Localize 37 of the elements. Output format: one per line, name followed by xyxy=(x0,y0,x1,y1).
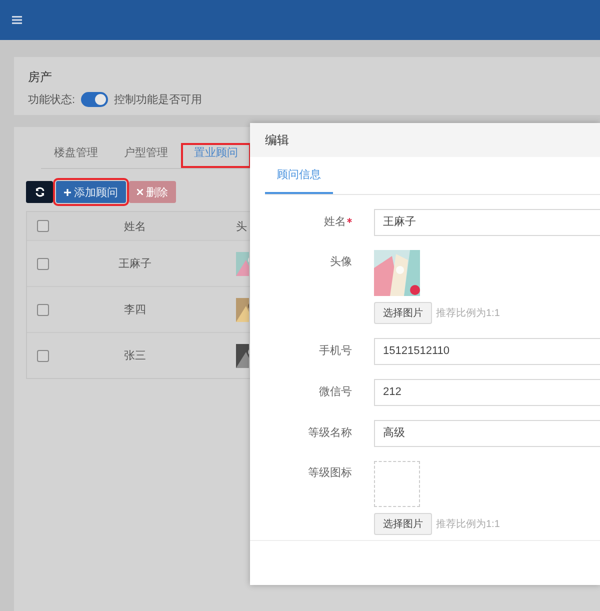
input-field[interactable]: 高级 xyxy=(374,420,600,447)
plus-icon xyxy=(64,188,71,196)
table-cell-text: 王麻子 xyxy=(118,256,152,271)
checkbox[interactable] xyxy=(37,220,49,232)
checkbox[interactable] xyxy=(37,350,49,362)
close-icon xyxy=(137,189,143,195)
hint-text: 推荐比例为1:1 xyxy=(436,306,500,320)
image-placeholder[interactable] xyxy=(374,461,420,507)
column-header: 姓名 xyxy=(123,220,147,234)
field-label: 等级图标 xyxy=(308,466,352,481)
refresh-button[interactable] xyxy=(26,181,53,203)
field-label: 微信号 xyxy=(319,385,352,400)
field-label: 头像 xyxy=(330,255,352,270)
status-switch[interactable] xyxy=(81,92,108,107)
status-hint: 控制功能是否可用 xyxy=(114,93,202,107)
choose-image-button[interactable]: 选择图片 xyxy=(374,302,432,324)
choose-image-button[interactable]: 选择图片 xyxy=(374,513,432,535)
field-label: 等级名称 xyxy=(308,426,352,441)
tab[interactable]: 楼盘管理 xyxy=(41,143,111,167)
menu-icon[interactable] xyxy=(12,16,22,24)
table-cell-text: 李四 xyxy=(123,303,147,317)
input-field[interactable]: 王麻子 xyxy=(374,209,600,236)
status-label: 功能状态: xyxy=(28,92,76,107)
checkbox[interactable] xyxy=(37,258,49,270)
input-field[interactable]: 212 xyxy=(374,379,600,406)
column-header: 头 xyxy=(235,220,248,234)
checkbox[interactable] xyxy=(37,304,49,316)
input-field[interactable]: 15121512110 xyxy=(374,338,600,365)
tab[interactable]: 户型管理 xyxy=(111,143,181,167)
dialog-title: 编辑 xyxy=(265,132,289,148)
table-cell-text: 张三 xyxy=(123,349,147,363)
hint-text: 推荐比例为1:1 xyxy=(436,518,500,531)
module-title: 房产 xyxy=(28,69,53,86)
refresh-icon xyxy=(34,187,44,197)
field-label: 姓名 xyxy=(324,215,346,230)
add-button[interactable]: 添加顾问 xyxy=(56,181,126,203)
field-label: 手机号 xyxy=(319,344,352,359)
